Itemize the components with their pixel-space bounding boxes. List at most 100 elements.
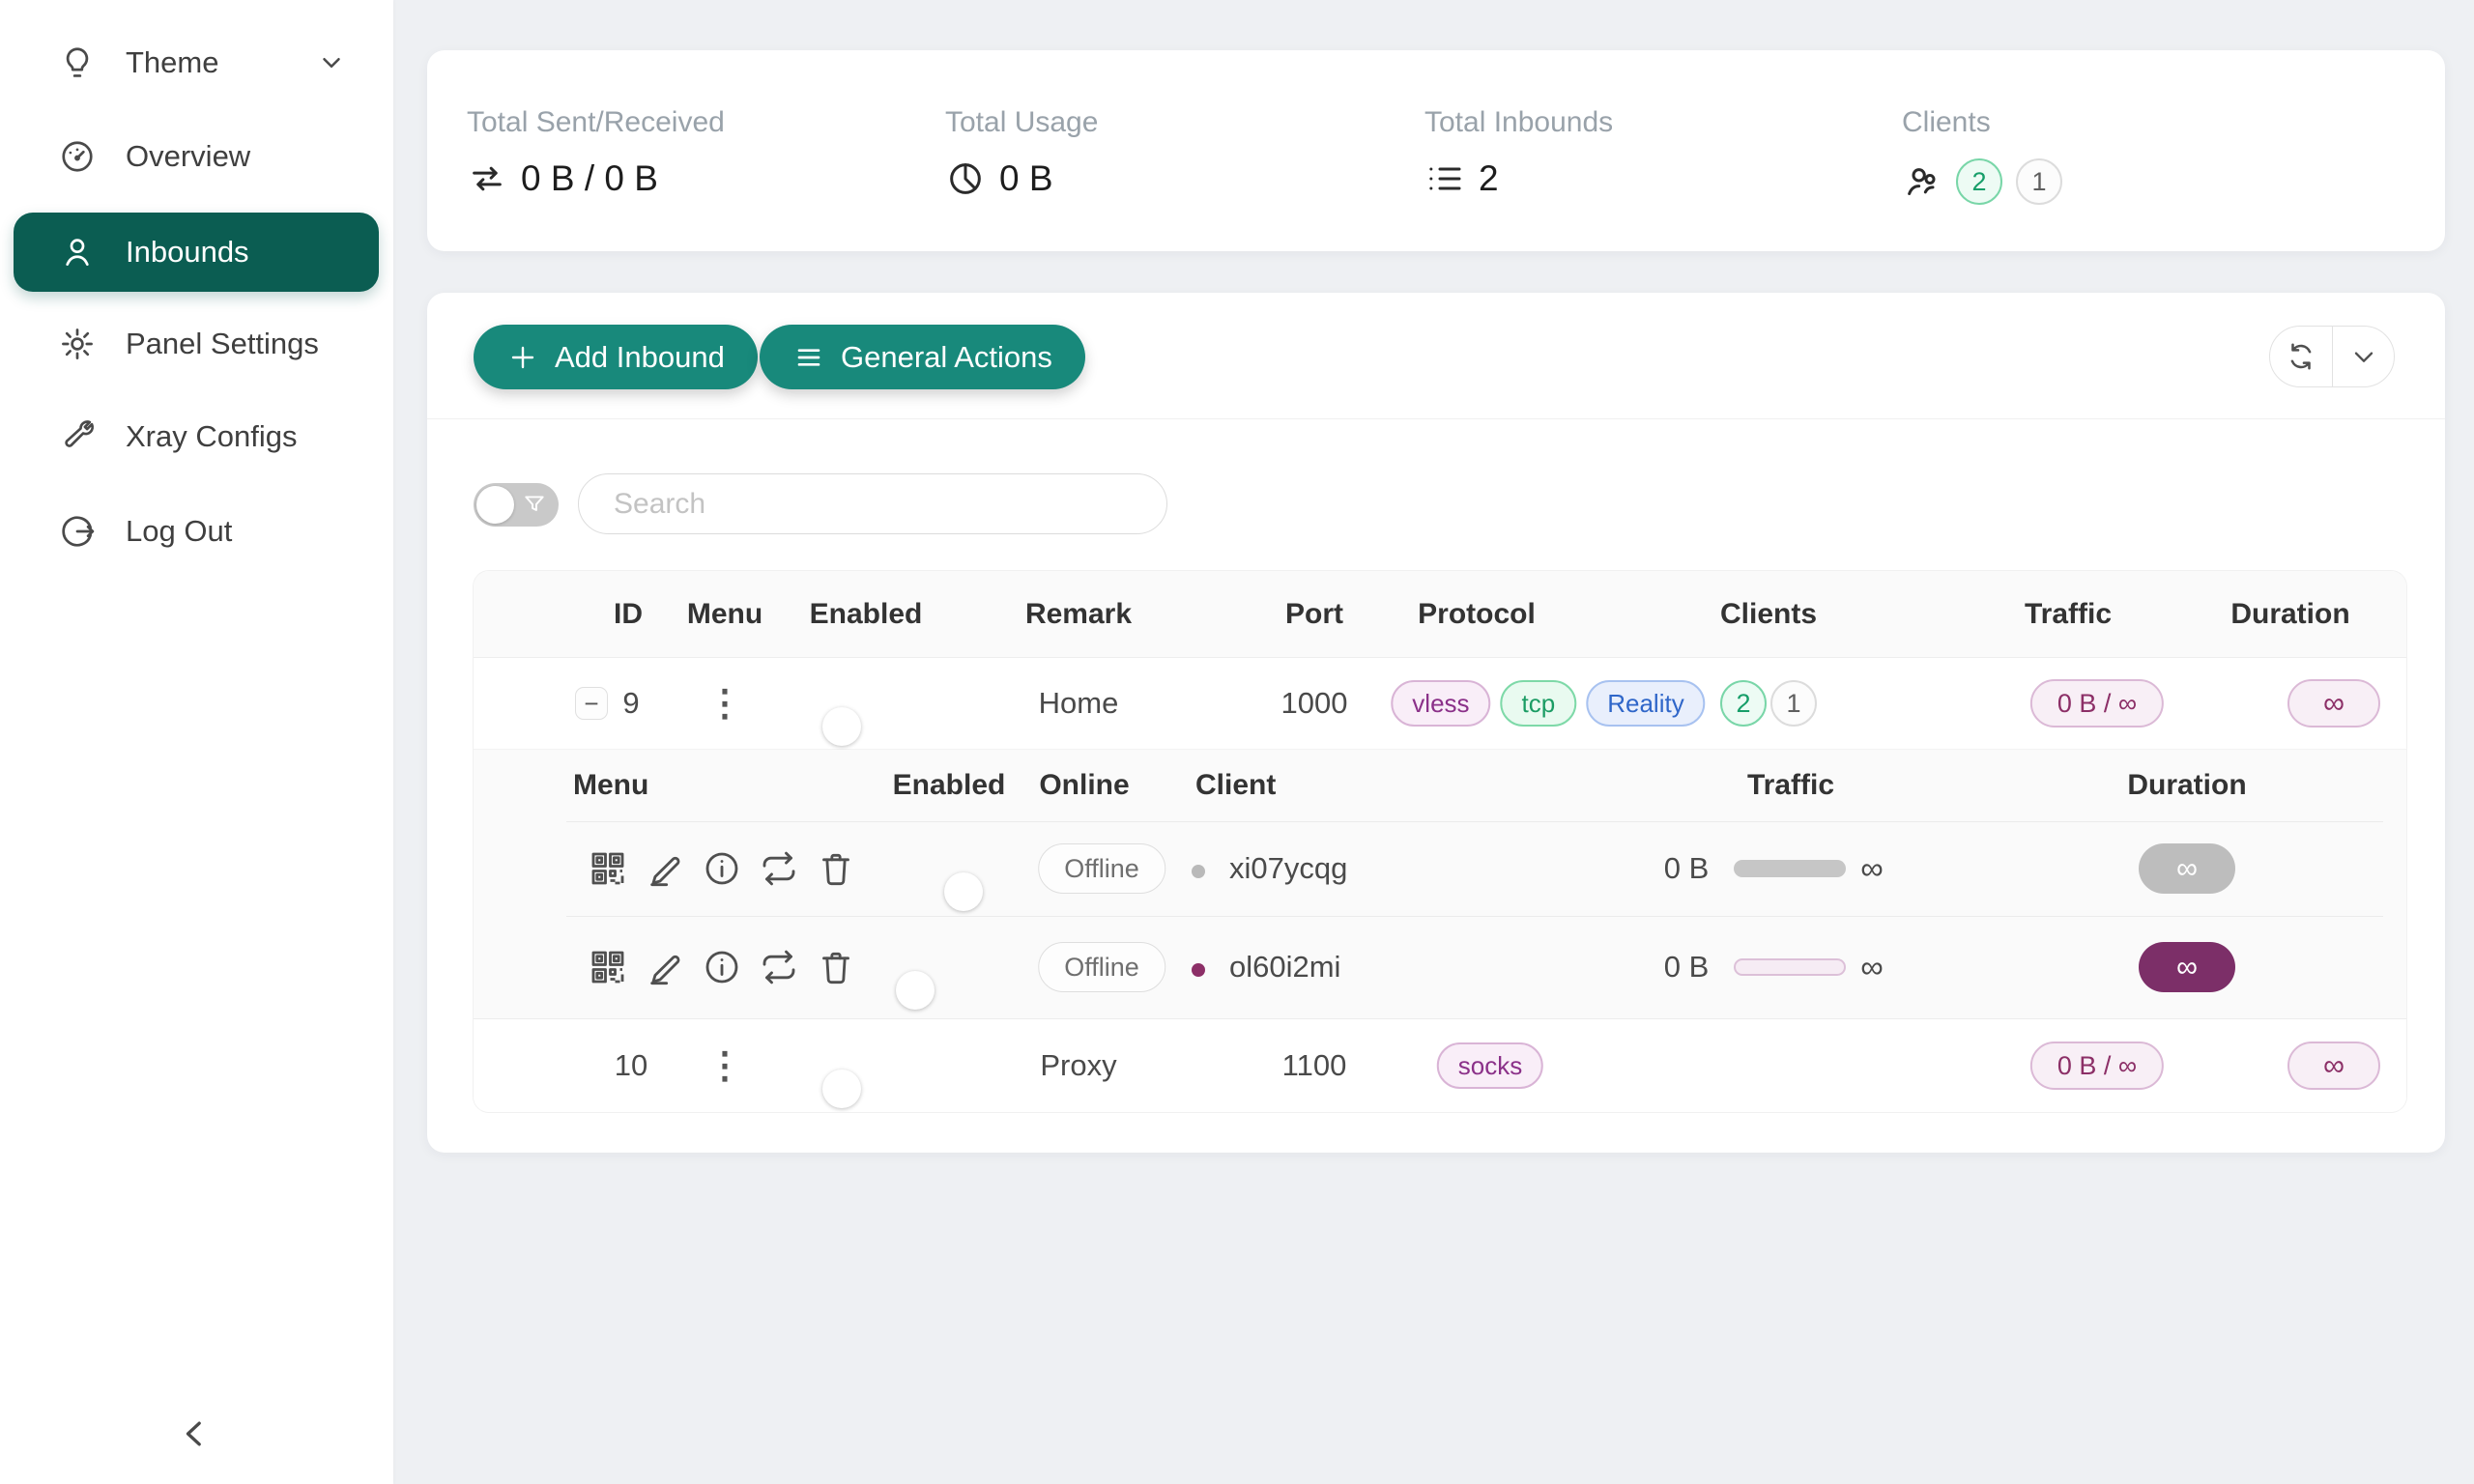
sidebar-item-theme[interactable]: Theme <box>14 23 379 102</box>
traffic-pill: 0 B / ∞ <box>2030 1042 2164 1090</box>
pie-chart-icon <box>945 158 986 199</box>
toolbar-divider <box>427 418 2445 419</box>
duration-pill: ∞ <box>2287 1042 2380 1090</box>
collapse-row-button[interactable]: − <box>575 687 608 720</box>
col-header-duration: Duration <box>2230 598 2349 631</box>
delete-icon[interactable] <box>816 947 856 987</box>
col-header-remark: Remark <box>1025 598 1132 631</box>
info-icon[interactable] <box>702 848 742 889</box>
stat-value: 0 B <box>999 158 1053 199</box>
menu-lines-icon <box>792 341 825 374</box>
edit-icon[interactable] <box>645 947 685 987</box>
qr-code-icon[interactable] <box>588 947 628 987</box>
clients-icon <box>1902 161 1942 202</box>
stat-label: Total Usage <box>945 106 1098 139</box>
inbound-row-9: − 9 ⋮ Home 1000 vless tcp Reality 2 1 <box>474 658 2406 750</box>
sidebar-item-xray-configs[interactable]: Xray Configs <box>14 397 379 476</box>
online-status-badge: Offline <box>1038 942 1165 992</box>
traffic-pill: 0 B / ∞ <box>2030 679 2164 728</box>
client-name: xi07ycqg <box>1229 851 1347 886</box>
subcol-header-traffic: Traffic <box>1747 769 1834 802</box>
sidebar-item-inbounds[interactable]: Inbounds <box>14 213 379 292</box>
clients-total-badge: 1 <box>1770 680 1817 727</box>
clients-total-badge: 1 <box>2016 158 2062 205</box>
plus-icon <box>506 341 539 374</box>
refresh-button[interactable] <box>2270 327 2332 386</box>
divider <box>566 916 2383 917</box>
sidebar-item-label: Overview <box>126 139 250 174</box>
logout-icon <box>58 512 97 551</box>
client-traffic-value: 0 B <box>1664 950 1710 985</box>
subcol-header-menu: Menu <box>573 769 648 802</box>
stat-label: Clients <box>1902 106 1991 139</box>
search-input[interactable] <box>578 473 1167 534</box>
inbound-id: 9 <box>622 686 639 721</box>
edit-icon[interactable] <box>645 848 685 889</box>
info-icon[interactable] <box>702 947 742 987</box>
chevron-left-icon <box>176 1414 215 1453</box>
sidebar-item-label: Xray Configs <box>126 419 297 454</box>
refresh-icon <box>2285 340 2317 373</box>
row-menu-button[interactable]: ⋮ <box>706 682 743 726</box>
col-header-protocol: Protocol <box>1418 598 1536 631</box>
sidebar-collapse-button[interactable] <box>170 1409 220 1459</box>
subcol-header-enabled: Enabled <box>893 769 1006 802</box>
reset-traffic-icon[interactable] <box>759 947 799 987</box>
general-actions-button[interactable]: General Actions <box>760 325 1085 389</box>
table-header: ID Menu Enabled Remark Port Protocol Cli… <box>474 571 2406 658</box>
sidebar: Theme Overview Inbounds Panel Settings <box>0 0 393 1484</box>
stat-value: 2 <box>1479 158 1499 199</box>
delete-icon[interactable] <box>816 848 856 889</box>
col-header-port: Port <box>1285 598 1343 631</box>
traffic-progress-bar <box>1734 860 1846 877</box>
duration-pill: ∞ <box>2139 942 2235 992</box>
protocol-tag: tcp <box>1501 680 1577 727</box>
client-name: ol60i2mi <box>1229 950 1340 985</box>
add-inbound-label: Add Inbound <box>555 340 725 375</box>
inbound-remark: Home <box>1039 686 1119 721</box>
subcol-header-client: Client <box>1195 769 1276 802</box>
client-status-dot <box>1192 865 1205 878</box>
duration-pill: ∞ <box>2139 843 2235 894</box>
inbound-port: 1000 <box>1281 686 1348 721</box>
inbound-port: 1100 <box>1282 1048 1347 1083</box>
inbounds-panel: Add Inbound General Actions <box>427 293 2445 1153</box>
list-icon <box>1424 158 1465 199</box>
clients-online-badge: 2 <box>1720 680 1767 727</box>
inbound-id: 10 <box>615 1048 647 1083</box>
clients-online-badge: 2 <box>1956 158 2002 205</box>
toggle-knob <box>822 1070 861 1108</box>
protocol-tags: socks <box>1437 1042 1543 1089</box>
subcol-header-duration: Duration <box>2127 769 2246 802</box>
sidebar-item-log-out[interactable]: Log Out <box>14 492 379 571</box>
subcol-header-online: Online <box>1039 769 1129 802</box>
col-header-traffic: Traffic <box>2025 598 2112 631</box>
user-icon <box>58 233 97 271</box>
refresh-options-button[interactable] <box>2332 327 2394 386</box>
qr-code-icon[interactable] <box>588 848 628 889</box>
general-actions-label: General Actions <box>841 340 1052 375</box>
filter-toggle[interactable] <box>474 483 559 527</box>
sidebar-item-panel-settings[interactable]: Panel Settings <box>14 304 379 384</box>
inbounds-page: Theme Overview Inbounds Panel Settings <box>0 0 2474 1484</box>
sidebar-item-label: Inbounds <box>126 235 249 270</box>
add-inbound-button[interactable]: Add Inbound <box>474 325 758 389</box>
col-header-id: ID <box>614 598 643 631</box>
client-status-dot <box>1192 963 1205 977</box>
sidebar-item-overview[interactable]: Overview <box>14 117 379 196</box>
online-status-badge: Offline <box>1038 843 1165 894</box>
transfer-icon <box>467 158 507 199</box>
reset-traffic-icon[interactable] <box>759 848 799 889</box>
inbound-remark: Proxy <box>1040 1048 1116 1083</box>
traffic-progress-bar <box>1734 958 1846 976</box>
duration-pill: ∞ <box>2287 679 2380 728</box>
protocol-tag: Reality <box>1586 680 1705 727</box>
sidebar-item-label: Theme <box>126 45 218 80</box>
sidebar-item-label: Panel Settings <box>126 327 319 361</box>
col-header-clients: Clients <box>1720 598 1817 631</box>
sidebar-item-label: Log Out <box>126 514 232 549</box>
toggle-knob <box>476 486 514 524</box>
stat-label: Total Inbounds <box>1424 106 1613 139</box>
clients-subtable: Menu Enabled Online Client Traffic Durat… <box>474 750 2406 1019</box>
row-menu-button[interactable]: ⋮ <box>706 1044 743 1088</box>
